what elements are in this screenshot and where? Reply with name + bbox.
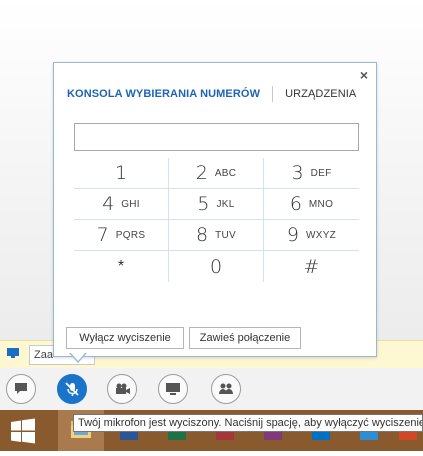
key-digit: # bbox=[303, 255, 320, 278]
call-controls-bar bbox=[0, 368, 423, 410]
popup-pointer-fill bbox=[70, 352, 86, 361]
people-icon bbox=[219, 383, 233, 394]
key-digit: 6 bbox=[289, 193, 302, 215]
key-0[interactable]: 0 bbox=[169, 251, 264, 282]
key-star[interactable]: * bbox=[74, 251, 169, 282]
key-2[interactable]: 2 ABC bbox=[169, 158, 264, 189]
key-digit: 8 bbox=[196, 224, 209, 246]
mic-muted-icon bbox=[65, 382, 79, 396]
unmute-button[interactable]: Wyłącz wyciszenie bbox=[66, 327, 184, 349]
key-letters: ABC bbox=[214, 167, 237, 179]
key-hash[interactable]: # bbox=[264, 251, 359, 282]
key-digit: * bbox=[117, 257, 125, 275]
key-letters: GHI bbox=[121, 198, 140, 210]
key-digit: 3 bbox=[291, 162, 304, 184]
key-7[interactable]: 7 PQRS bbox=[74, 220, 169, 251]
key-1[interactable]: 1 bbox=[74, 158, 169, 189]
key-digit: 7 bbox=[96, 224, 109, 246]
phone-number-input[interactable] bbox=[74, 123, 359, 151]
hold-call-button[interactable]: Zawieś połączenie bbox=[189, 327, 301, 349]
keypad: 1 2 ABC 3 DEF 4 GHI 5 JKL 6 MNO 7 PQRS 8 TUV 9W… bbox=[74, 158, 359, 313]
key-5[interactable]: 5 JKL bbox=[169, 189, 264, 220]
key-digit: 9 bbox=[286, 224, 299, 246]
key-digit: 2 bbox=[195, 162, 208, 184]
key-digit: 5 bbox=[197, 193, 210, 215]
mute-tooltip: Twój mikrofon jest wyciszony. Naciśnij s… bbox=[73, 414, 423, 432]
key-letters: TUV bbox=[215, 229, 236, 241]
key-4[interactable]: 4 GHI bbox=[74, 189, 169, 220]
mic-mute-button[interactable] bbox=[57, 374, 87, 404]
key-letters: WXYZ bbox=[306, 229, 337, 241]
dialpad-tabs: KONSOLA WYBIERANIA NUMERÓW URZĄDZENIA bbox=[67, 86, 356, 102]
chat-icon bbox=[15, 383, 27, 394]
video-camera-icon bbox=[116, 383, 130, 394]
key-digit: 0 bbox=[209, 255, 223, 278]
monitor-icon bbox=[7, 348, 19, 358]
key-letters: DEF bbox=[310, 167, 332, 179]
key-9[interactable]: 9 WXYZ bbox=[264, 220, 359, 251]
windows-start-icon[interactable] bbox=[10, 418, 36, 444]
participants-button[interactable] bbox=[211, 374, 241, 404]
present-button[interactable] bbox=[158, 374, 188, 404]
key-letters: MNO bbox=[308, 198, 334, 210]
present-screen-icon bbox=[166, 383, 180, 395]
tab-devices[interactable]: URZĄDZENIA bbox=[285, 88, 356, 100]
key-letters: JKL bbox=[216, 198, 235, 210]
close-icon[interactable]: × bbox=[360, 67, 368, 83]
key-digit: 1 bbox=[114, 162, 128, 184]
tab-dialpad[interactable]: KONSOLA WYBIERANIA NUMERÓW bbox=[67, 88, 260, 100]
dialpad-popup: × KONSOLA WYBIERANIA NUMERÓW URZĄDZENIA … bbox=[53, 62, 377, 357]
key-3[interactable]: 3 DEF bbox=[264, 158, 359, 189]
chat-button[interactable] bbox=[6, 374, 36, 404]
key-8[interactable]: 8 TUV bbox=[169, 220, 264, 251]
key-letters: PQRS bbox=[115, 229, 146, 241]
tab-divider bbox=[272, 86, 274, 102]
video-button[interactable] bbox=[107, 374, 137, 404]
key-6[interactable]: 6 MNO bbox=[264, 189, 359, 220]
key-digit: 4 bbox=[102, 193, 115, 215]
